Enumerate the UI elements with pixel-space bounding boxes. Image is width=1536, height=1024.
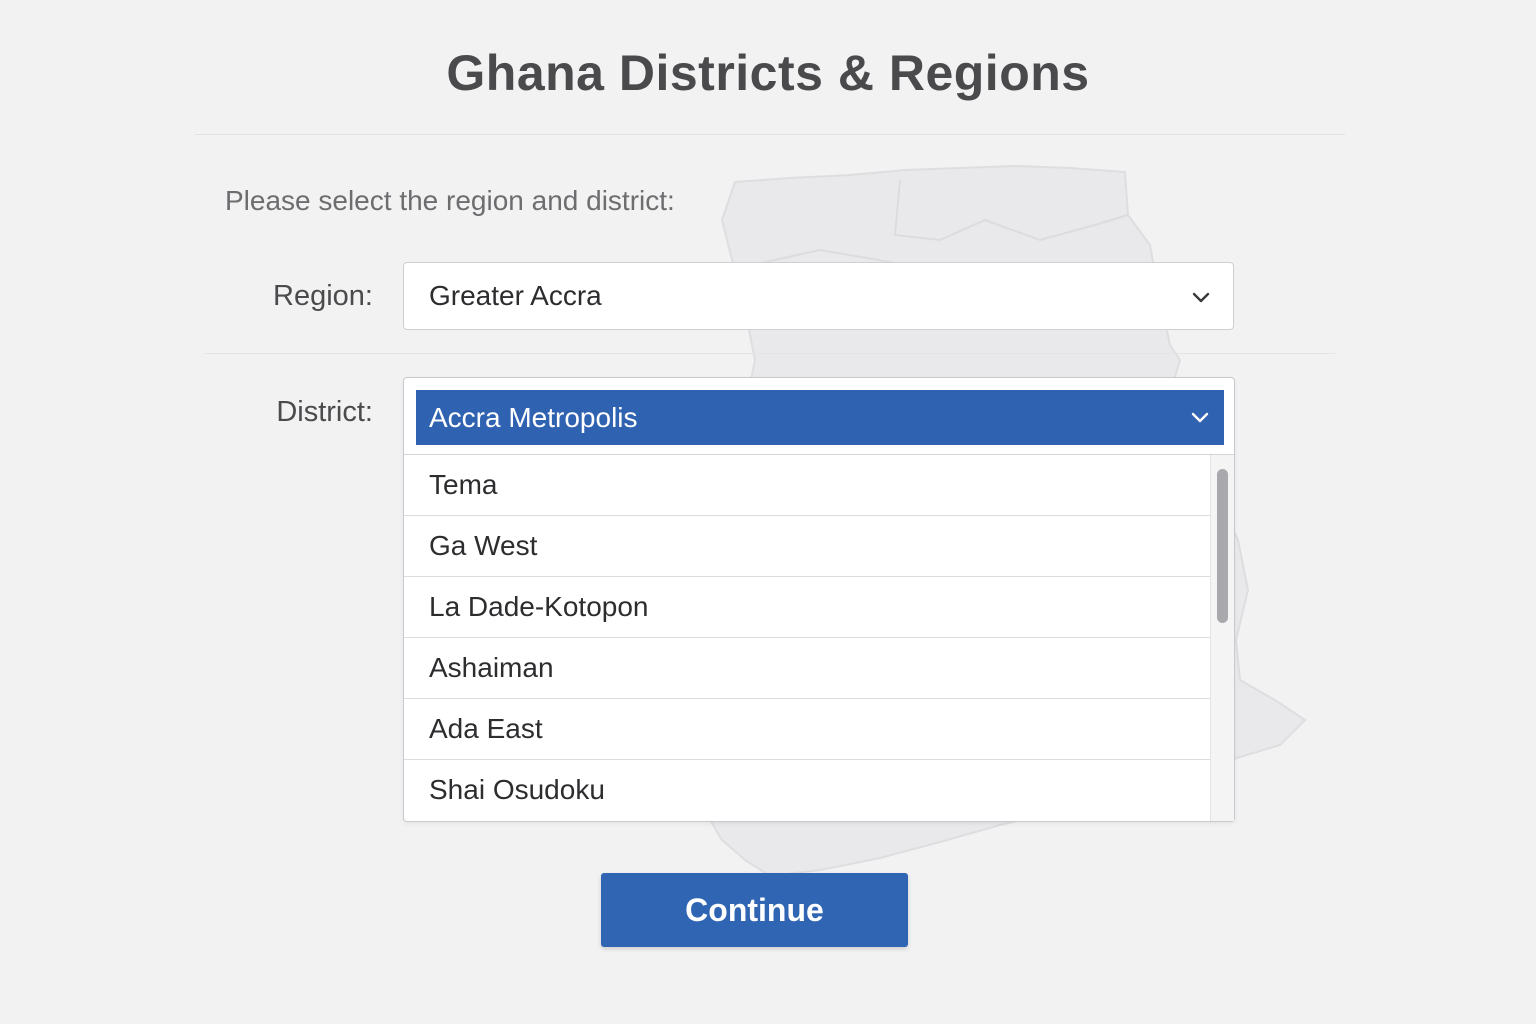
district-option-ashaiman[interactable]: Ashaiman xyxy=(404,638,1210,699)
form-divider xyxy=(205,353,1335,354)
header-divider xyxy=(195,134,1345,135)
region-select-value: Greater Accra xyxy=(429,280,602,311)
chevron-down-icon xyxy=(1191,412,1209,423)
district-dropdown: Accra Metropolis Tema Ga West La Dade-Ko… xyxy=(403,377,1235,822)
district-option-ga-west[interactable]: Ga West xyxy=(404,516,1210,577)
scrollbar-thumb[interactable] xyxy=(1217,469,1228,623)
region-label: Region: xyxy=(273,280,373,312)
district-label: District: xyxy=(276,396,373,428)
district-select[interactable]: Accra Metropolis xyxy=(416,390,1224,445)
chevron-down-icon xyxy=(1192,292,1210,303)
district-select-value: Accra Metropolis xyxy=(429,402,638,433)
dropdown-scrollbar[interactable] xyxy=(1210,455,1234,821)
district-options-list: Tema Ga West La Dade-Kotopon Ashaiman Ad… xyxy=(404,455,1210,821)
instructions-text: Please select the region and district: xyxy=(225,185,675,216)
page-title: Ghana Districts & Regions xyxy=(446,45,1090,101)
region-select[interactable]: Greater Accra xyxy=(403,262,1234,330)
continue-button[interactable]: Continue xyxy=(601,873,908,947)
district-option-la-dade-kotopon[interactable]: La Dade-Kotopon xyxy=(404,577,1210,638)
district-option-tema[interactable]: Tema xyxy=(404,455,1210,516)
district-option-shai-osudoku[interactable]: Shai Osudoku xyxy=(404,760,1210,821)
district-option-ada-east[interactable]: Ada East xyxy=(404,699,1210,760)
